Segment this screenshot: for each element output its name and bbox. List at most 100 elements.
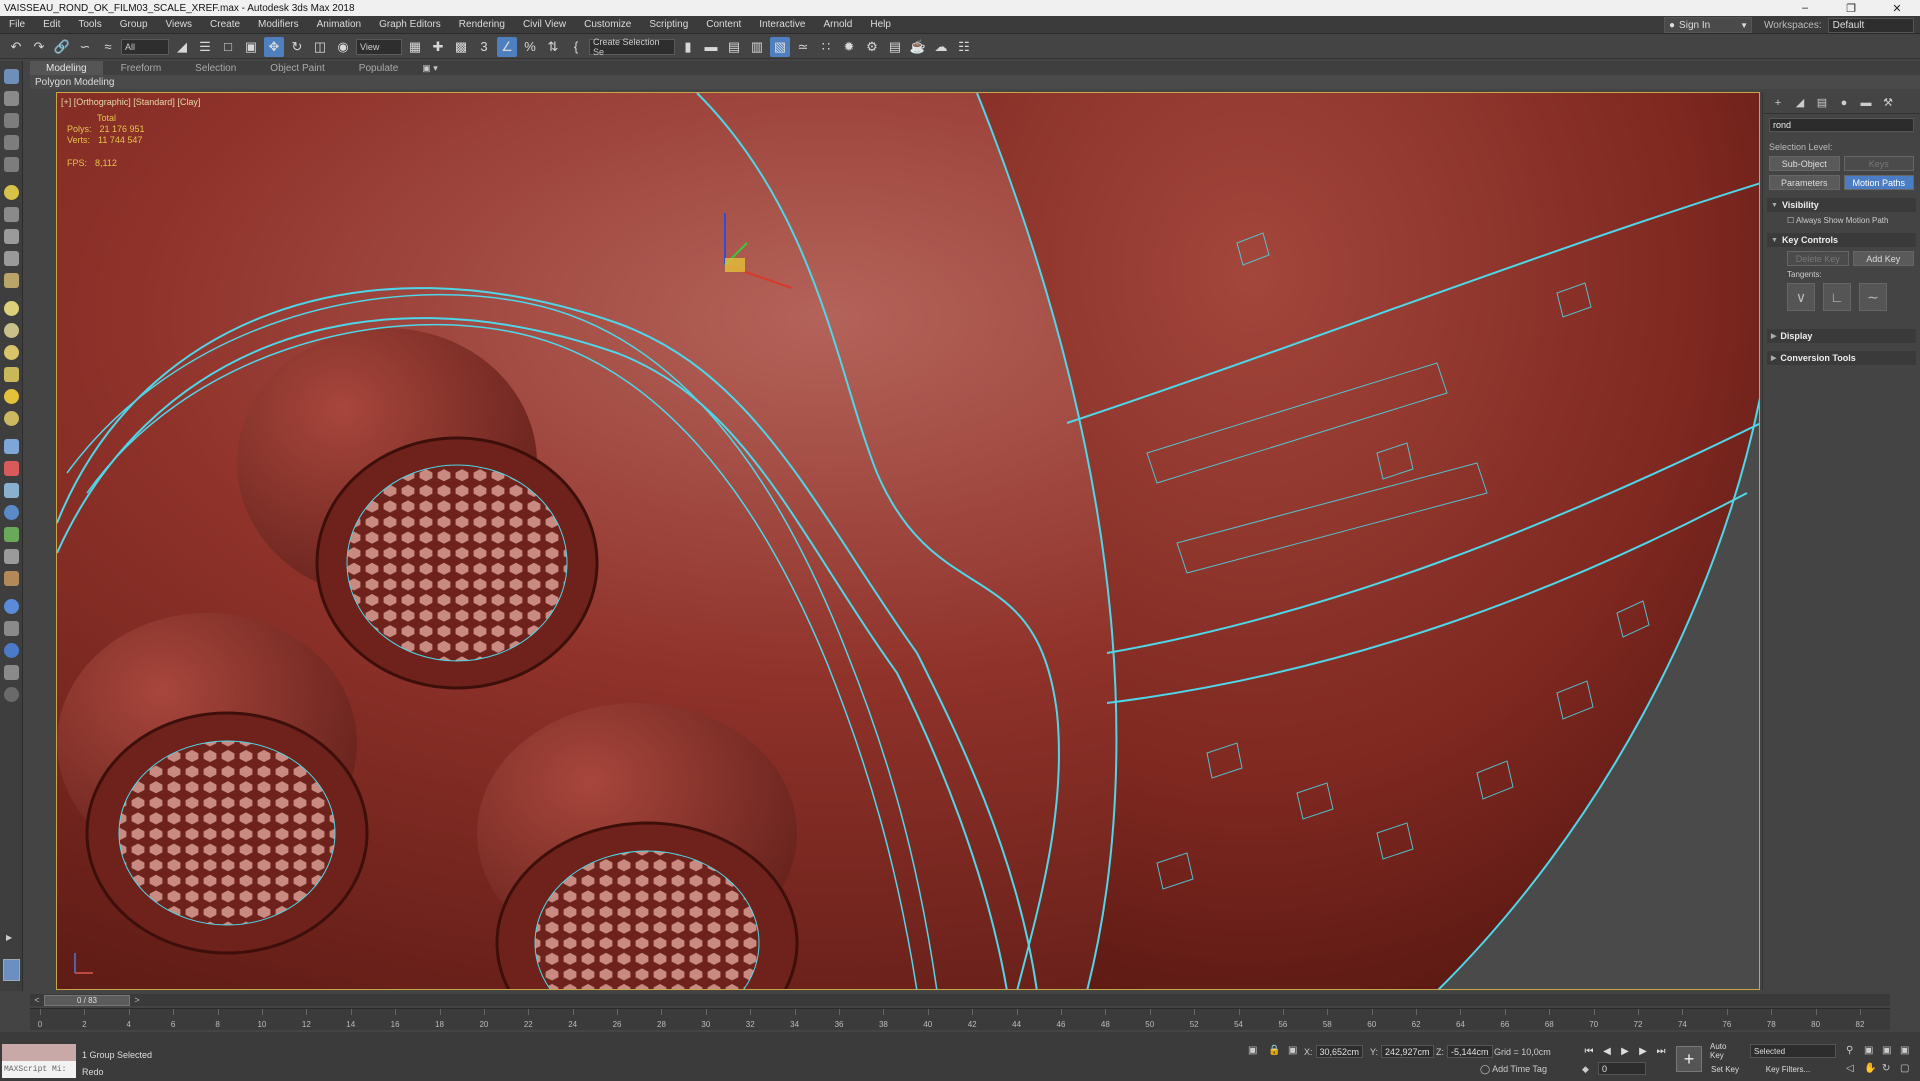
keyboard-shortcut-icon[interactable]: ▩ [451, 37, 471, 57]
helper-icon[interactable] [4, 229, 19, 244]
render-setup-icon[interactable]: ⚙ [862, 37, 882, 57]
sun-icon[interactable] [4, 389, 19, 404]
auto-key-button[interactable]: Auto Key [1710, 1042, 1740, 1060]
link-icon[interactable]: 🔗 [52, 37, 72, 57]
menu-group[interactable]: Group [111, 19, 157, 30]
scene-list-icon[interactable] [4, 135, 19, 150]
set-key-button[interactable]: Set Key [1710, 1062, 1740, 1076]
systems-icon[interactable] [4, 273, 19, 288]
tangent-step-icon[interactable]: ∟ [1823, 283, 1851, 311]
light-bulb-icon[interactable] [4, 185, 19, 200]
menu-modifiers[interactable]: Modifiers [249, 19, 308, 30]
zoom-icon[interactable]: ⚲ [1846, 1045, 1853, 1056]
schematic-view-icon[interactable]: ∷ [816, 37, 836, 57]
current-frame-field[interactable]: 0 [1598, 1062, 1646, 1075]
selection-lock-icon[interactable]: 🔒 [1268, 1045, 1280, 1056]
zoom-extents-icon[interactable]: ▣ [1882, 1045, 1891, 1056]
menu-customize[interactable]: Customize [575, 19, 640, 30]
bones-icon[interactable] [4, 483, 19, 498]
previous-frame-icon[interactable]: ◀ [1600, 1044, 1614, 1058]
time-slider[interactable]: < 0 / 83 > [30, 994, 1890, 1006]
scene-explorer-icon[interactable]: ▤ [724, 37, 744, 57]
spinner-snap-icon[interactable]: ⇅ [543, 37, 563, 57]
zoom-all-icon[interactable]: ▣ [1864, 1045, 1873, 1056]
render-a360-icon[interactable]: ☷ [954, 37, 974, 57]
layer-explorer-icon[interactable]: ▥ [747, 37, 767, 57]
create-shape-icon[interactable] [4, 91, 19, 106]
align-icon[interactable]: ▬ [701, 37, 721, 57]
mirror-icon[interactable]: ▮ [678, 37, 698, 57]
isolate-selection-icon[interactable]: ▣ [1248, 1045, 1257, 1056]
tab-selection[interactable]: Selection [179, 61, 252, 75]
ribbon-toggle-icon[interactable]: ▧ [770, 36, 790, 57]
play-icon[interactable]: ▶ [1618, 1044, 1632, 1058]
edit-named-selection-icon[interactable]: { [566, 37, 586, 57]
render-sphere-icon[interactable] [4, 599, 19, 614]
menu-graph-editors[interactable]: Graph Editors [370, 19, 450, 30]
render-iterative-icon[interactable]: ☁ [931, 37, 951, 57]
maxscript-listener[interactable]: MAXScript Mi: [2, 1044, 76, 1078]
orbit-icon[interactable]: ↻ [1882, 1063, 1890, 1074]
maxscript-output[interactable] [2, 1044, 76, 1061]
tab-populate[interactable]: Populate [343, 61, 414, 75]
tab-freeform[interactable]: Freeform [105, 61, 178, 75]
minimize-button[interactable]: – [1782, 0, 1828, 16]
create-tab-icon[interactable]: + [1771, 96, 1785, 110]
curve-editor-icon[interactable]: ≃ [793, 37, 813, 57]
foliage-icon[interactable] [4, 527, 19, 542]
pivot-center-icon[interactable]: ▦ [405, 37, 425, 57]
menu-scripting[interactable]: Scripting [640, 19, 697, 30]
menu-create[interactable]: Create [201, 19, 249, 30]
always-show-checkbox[interactable]: ☐ Always Show Motion Path [1787, 216, 1920, 225]
rectangular-selection-icon[interactable]: □ [218, 37, 238, 57]
bind-space-warp-icon[interactable]: ≈ [98, 37, 118, 57]
camera-icon[interactable] [4, 207, 19, 222]
ship-render[interactable] [57, 93, 1760, 990]
object-name-field[interactable]: rond [1769, 118, 1914, 132]
utilities-tab-icon[interactable]: ⚒ [1881, 96, 1895, 110]
select-and-place-icon[interactable]: ◉ [333, 37, 353, 57]
rollout-conversion-tools[interactable]: ▶ Conversion Tools [1767, 351, 1916, 365]
selection-filter-select[interactable]: All [121, 38, 169, 55]
keys-dropdown[interactable]: Keys [1843, 156, 1914, 171]
reference-coordinate-select[interactable]: View [356, 38, 402, 55]
track-bar[interactable]: 0 2 4 6 8 10 12 14 16 18 20 22 24 26 28 30 32 34 36 38 40 42 4… [30, 1008, 1890, 1030]
render-production-icon[interactable]: ☕ [908, 37, 928, 57]
ribbon-options-icon[interactable]: ▣ ▾ [422, 63, 438, 74]
coord-y-field[interactable]: 242,927cm [1381, 1045, 1434, 1058]
viewport-label[interactable]: [+] [Orthographic] [Standard] [Clay] [61, 97, 200, 107]
paint-icon[interactable] [4, 461, 19, 476]
menu-interactive[interactable]: Interactive [750, 19, 814, 30]
add-time-tag[interactable]: ◯ Add Time Tag [1480, 1064, 1547, 1075]
menu-civil-view[interactable]: Civil View [514, 19, 575, 30]
viewport-preview-icon[interactable] [3, 959, 20, 981]
help-icon[interactable] [4, 687, 19, 702]
viewport-layout-icon[interactable] [4, 113, 19, 128]
particles-icon[interactable] [4, 439, 19, 454]
rendered-frame-window-icon[interactable]: ▤ [885, 37, 905, 57]
modify-tab-icon[interactable]: ◢ [1793, 96, 1807, 110]
menu-edit[interactable]: Edit [34, 19, 69, 30]
coord-x-field[interactable]: 30,652cm [1315, 1045, 1364, 1058]
undo-icon[interactable]: ↶ [6, 37, 26, 57]
menu-arnold[interactable]: Arnold [814, 19, 861, 30]
angle-snap-icon[interactable]: ∠ [497, 36, 517, 57]
maxscript-input[interactable]: MAXScript Mi: [2, 1061, 76, 1078]
globe-icon[interactable] [4, 505, 19, 520]
menu-content[interactable]: Content [697, 19, 750, 30]
select-by-name-icon[interactable]: ☰ [195, 37, 215, 57]
arnold-icon[interactable] [4, 643, 19, 658]
pan-icon[interactable]: ✋ [1864, 1063, 1876, 1074]
select-and-rotate-icon[interactable]: ↻ [287, 37, 307, 57]
zoom-extents-all-icon[interactable]: ▣ [1900, 1045, 1909, 1056]
tab-modeling[interactable]: Modeling [30, 61, 103, 75]
display-tab-icon[interactable]: ▬ [1859, 96, 1873, 110]
spacewarp-icon[interactable] [4, 251, 19, 266]
unlink-icon[interactable]: ∽ [75, 37, 95, 57]
absolute-mode-icon[interactable]: ▣ [1288, 1045, 1297, 1056]
maximize-viewport-icon[interactable]: ▢ [1900, 1063, 1909, 1074]
tangent-linear-icon[interactable]: ∨ [1787, 283, 1815, 311]
layers-icon[interactable] [4, 157, 19, 172]
snaps-toggle-icon[interactable]: 3 [474, 37, 494, 57]
menu-file[interactable]: File [0, 19, 34, 30]
